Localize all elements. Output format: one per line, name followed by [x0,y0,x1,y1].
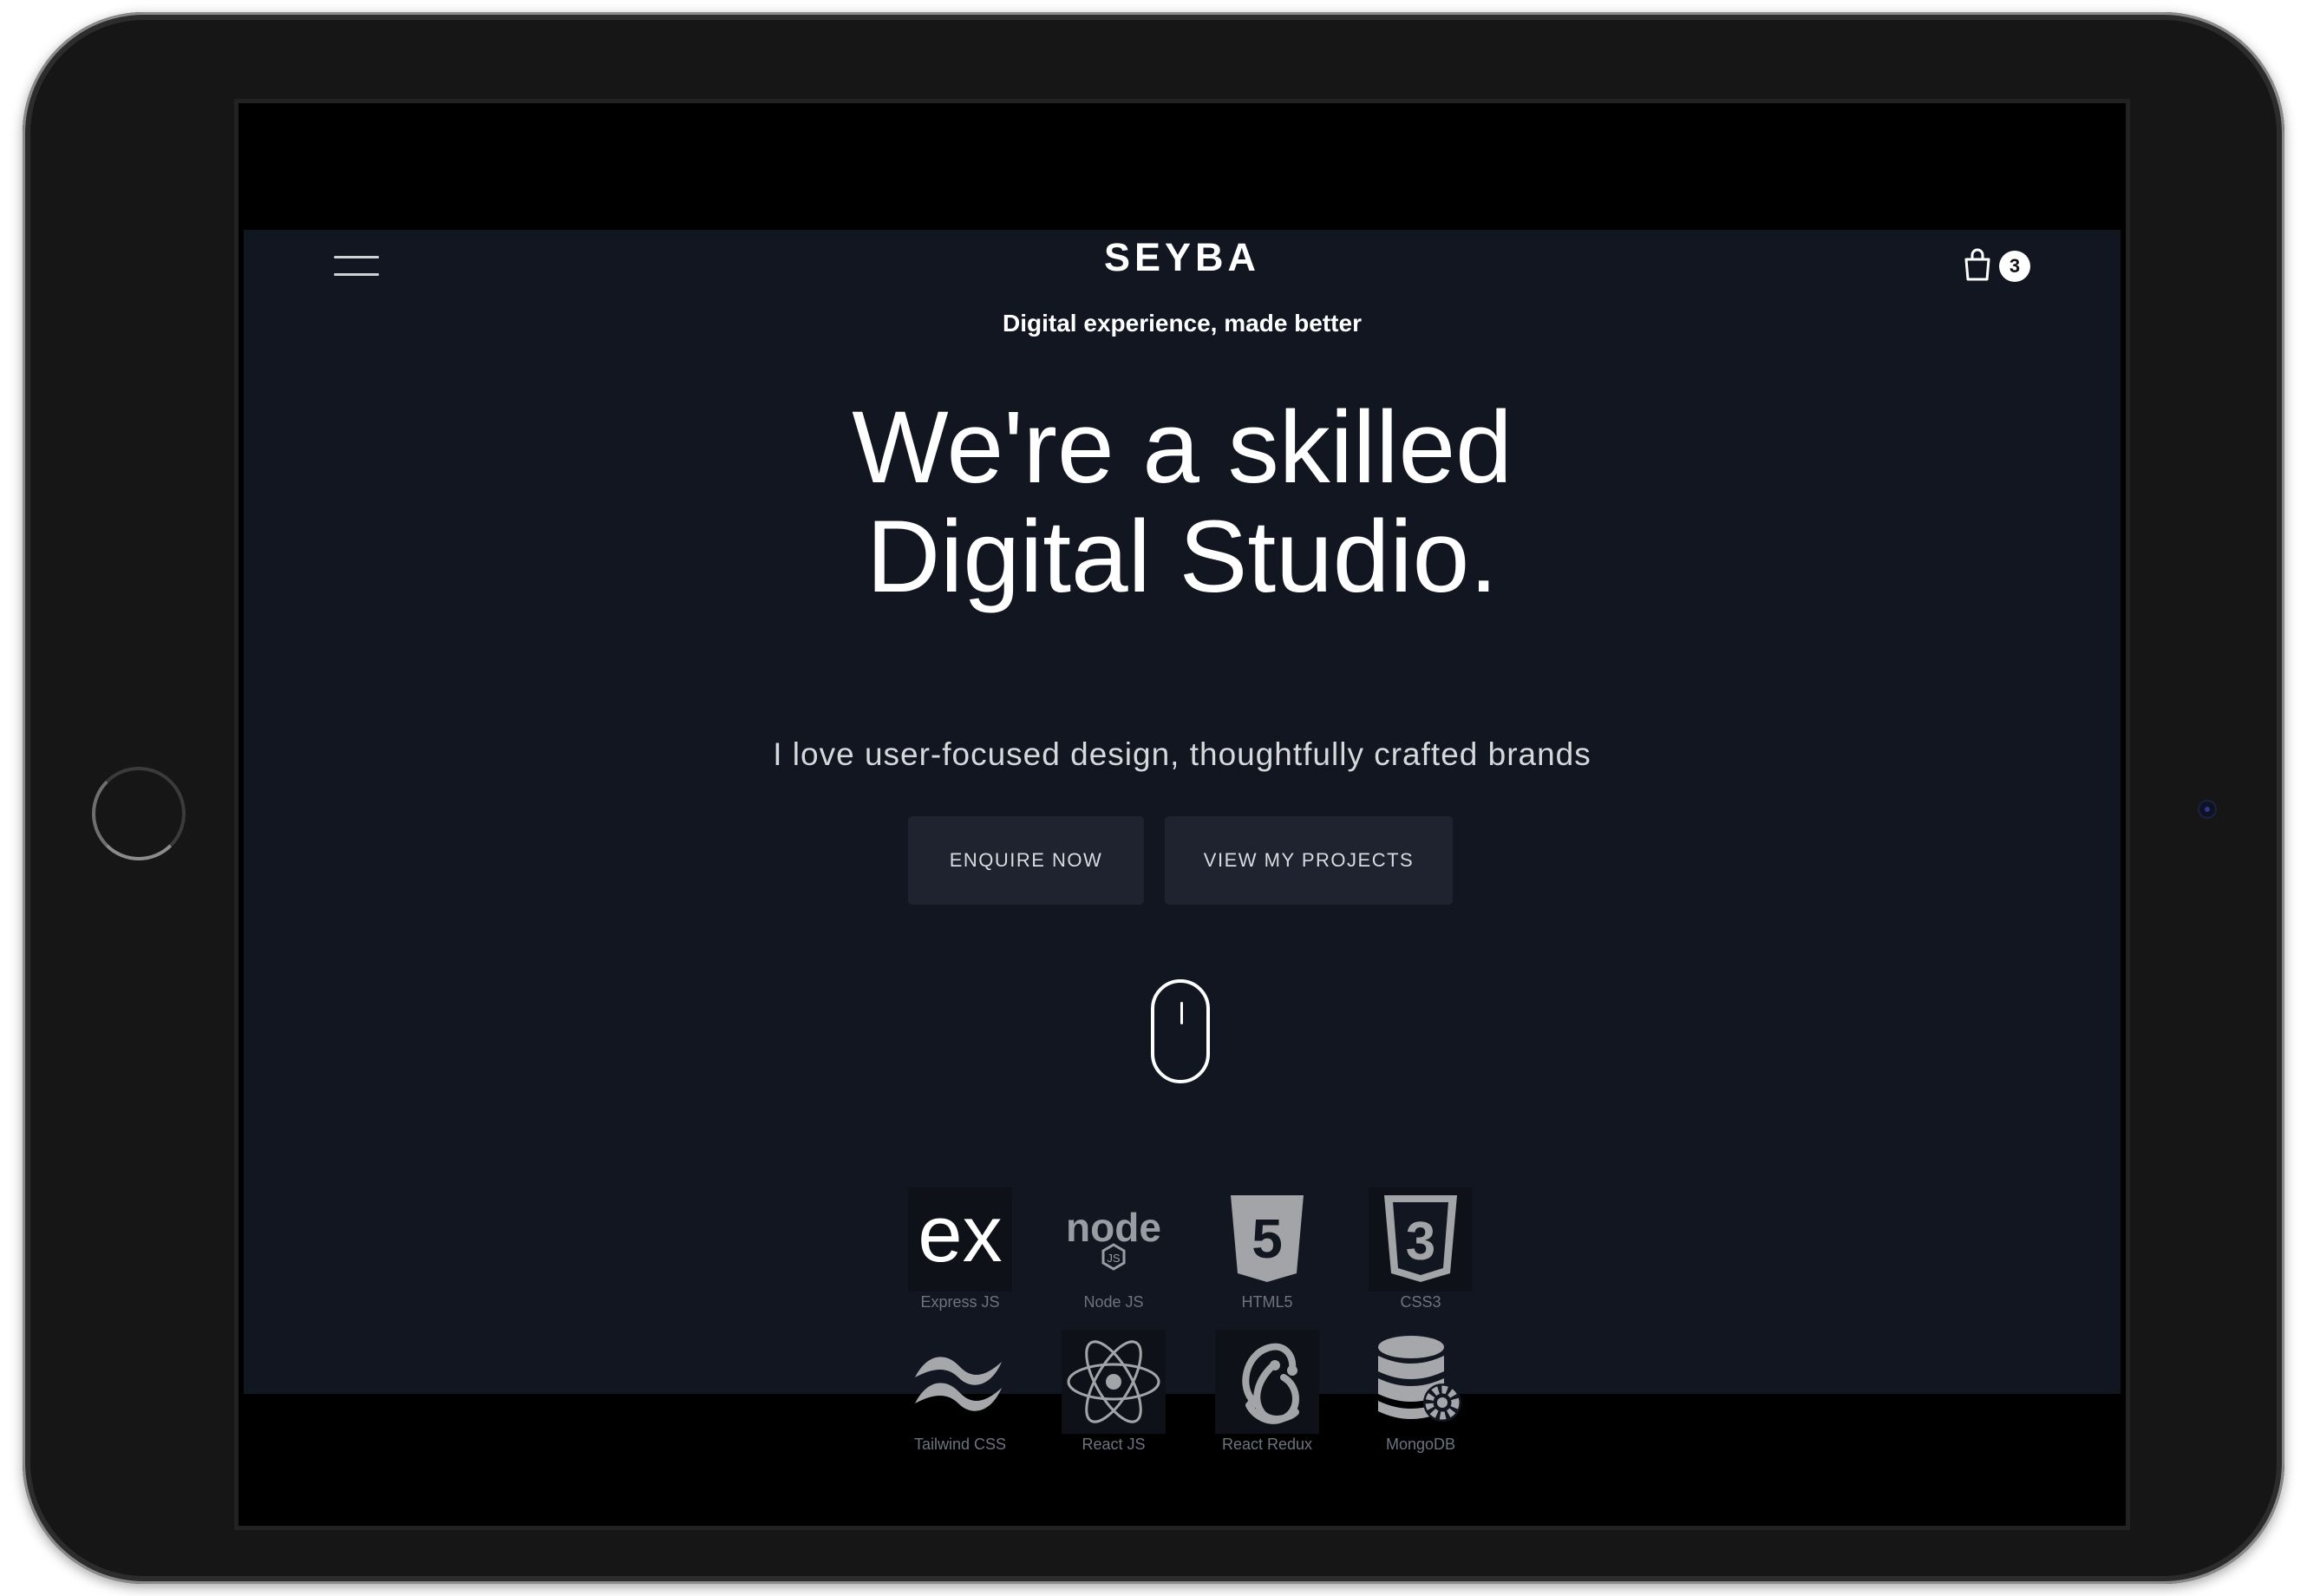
tech-item-tailwind: Tailwind CSS [908,1330,1012,1460]
headline-line-2: Digital Studio. [866,500,1499,614]
svg-text:JS: JS [1107,1252,1121,1265]
tagline: Digital experience, made better [1003,310,1362,337]
html5-icon: 5 [1215,1187,1319,1292]
svg-text:node: node [1066,1205,1161,1250]
tech-label: CSS3 [1400,1293,1441,1311]
svg-text:5: 5 [1252,1207,1283,1270]
hero-headline: We're a skilled Digital Studio. [244,393,2121,612]
css3-icon: 3 [1369,1187,1473,1292]
headline-line-1: We're a skilled [852,390,1513,505]
tech-label: Tailwind CSS [913,1436,1007,1453]
tech-item-mongodb: MongoDB [1369,1330,1473,1460]
express-icon: ex [908,1187,1012,1292]
cart-button[interactable]: 3 [1963,247,2032,287]
hero-subtitle: I love user-focused design, thoughtfully… [773,736,1591,772]
tech-item-css3: 3 CSS3 [1369,1187,1473,1318]
tech-label: React JS [1082,1436,1146,1453]
enquire-now-button[interactable]: ENQUIRE NOW [908,816,1144,905]
tech-label: HTML5 [1241,1293,1293,1311]
scroll-mouse-icon[interactable] [1151,979,1210,1083]
mongodb-icon [1369,1330,1473,1434]
tailwind-icon [908,1330,1012,1434]
tech-item-react: React JS [1062,1330,1166,1460]
site-logo[interactable]: SEYBA [244,235,2121,280]
redux-icon [1215,1330,1319,1434]
camera-icon [2198,800,2217,819]
website: SEYBA Digital experience, made better 3 … [244,230,2121,1453]
tech-item-html5: 5 HTML5 [1215,1187,1319,1318]
tech-item-express: ex Express JS [908,1187,1012,1318]
tech-label: Express JS [920,1293,1000,1311]
tech-item-node: node JS Node JS [1062,1187,1166,1318]
view-projects-button[interactable]: VIEW MY PROJECTS [1165,816,1453,905]
home-button[interactable] [92,767,186,860]
tech-label: React Redux [1221,1436,1313,1453]
tech-label: Node JS [1083,1293,1144,1311]
cart-count-badge: 3 [1999,251,2030,282]
tech-label: MongoDB [1385,1436,1456,1453]
tech-item-redux: React Redux [1215,1330,1319,1460]
svg-text:3: 3 [1406,1212,1435,1272]
svg-text:ex: ex [918,1200,1002,1279]
shopping-bag-icon [1964,248,1990,281]
react-icon [1062,1330,1166,1434]
nodejs-icon: node JS [1062,1187,1166,1292]
tablet-screen: SEYBA Digital experience, made better 3 … [234,99,2130,1530]
tablet-frame: SEYBA Digital experience, made better 3 … [23,12,2284,1584]
